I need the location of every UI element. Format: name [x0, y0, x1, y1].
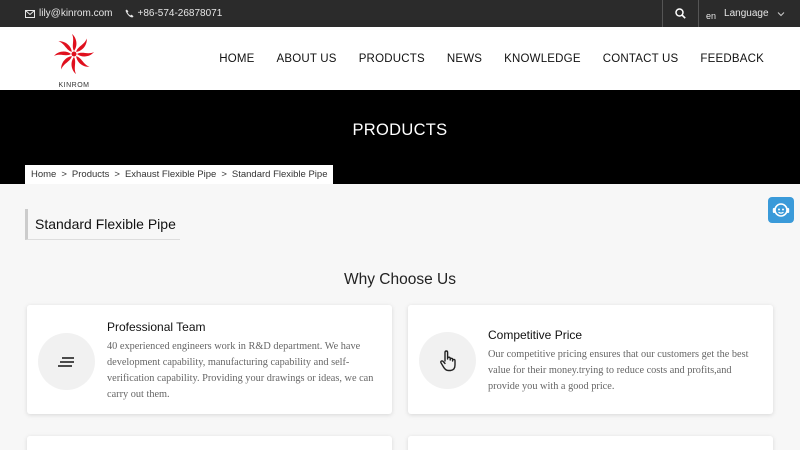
nav-item-contact-us[interactable]: CONTACT US [603, 53, 679, 65]
feature-card [408, 436, 773, 450]
feature-description: 40 experienced engineers work in R&D dep… [107, 341, 374, 400]
search-icon [674, 8, 686, 19]
email-link[interactable]: lily@kinrom.com [25, 8, 113, 19]
page-title: Standard Flexible Pipe [25, 209, 180, 240]
logo-text: KINROM [58, 82, 90, 89]
phone-link[interactable]: +86-574-26878071 [124, 8, 223, 19]
feature-card [27, 436, 392, 450]
feature-card: Professional Team 40 experienced enginee… [27, 305, 392, 414]
feature-icon-circle [419, 332, 476, 389]
logo-flower-icon [54, 34, 94, 74]
nav-item-knowledge[interactable]: KNOWLEDGE [504, 53, 581, 65]
feature-description: Our competitive pricing ensures that our… [488, 349, 749, 392]
breadcrumb-products[interactable]: Products [72, 169, 110, 180]
breadcrumb-separator: > [114, 169, 120, 180]
language-code: en [706, 10, 717, 21]
nav-item-feedback[interactable]: FEEDBACK [700, 53, 764, 65]
logo[interactable]: KINROM [52, 32, 96, 89]
feature-card: Competitive Price Our competitive pricin… [408, 305, 773, 414]
nav-item-about-us[interactable]: ABOUT US [277, 53, 337, 65]
breadcrumb-current: Standard Flexible Pipe [231, 169, 328, 180]
breadcrumb: Home > Products > Exhaust Flexible Pipe … [25, 165, 334, 184]
chevron-down-icon [777, 11, 784, 16]
breadcrumb-separator: > [61, 169, 67, 180]
language-label: Language [724, 8, 769, 19]
chat-button[interactable] [768, 197, 794, 223]
site-header: KINROM HOME ABOUT US PRODUCTS NEWS KNOWL… [0, 27, 800, 90]
hand-pointer-icon [439, 349, 456, 371]
breadcrumb-home[interactable]: Home [31, 169, 56, 180]
chat-robot-icon [772, 203, 790, 217]
nav-item-products[interactable]: PRODUCTS [359, 53, 425, 65]
breadcrumb-exhaust-flexible-pipe[interactable]: Exhaust Flexible Pipe [125, 169, 216, 180]
nav-item-news[interactable]: NEWS [447, 53, 482, 65]
list-icon [57, 356, 74, 367]
phone-icon [124, 9, 134, 18]
feature-title: Competitive Price [488, 328, 583, 342]
feature-icon-circle [38, 333, 95, 390]
breadcrumb-separator: > [221, 169, 227, 180]
phone-text: +86-574-26878071 [137, 8, 223, 19]
page-banner: PRODUCTS Home > Products > Exhaust Flexi… [0, 90, 800, 184]
contact-info: lily@kinrom.com +86-574-26878071 [25, 0, 222, 27]
banner-title: PRODUCTS [352, 121, 448, 139]
search-button[interactable] [662, 0, 698, 27]
divider [698, 0, 699, 27]
nav-item-home[interactable]: HOME [219, 53, 254, 65]
section-title: Why Choose Us [344, 271, 456, 288]
feature-title: Professional Team [107, 320, 206, 334]
mail-icon [25, 9, 35, 18]
main-nav: HOME ABOUT US PRODUCTS NEWS KNOWLEDGE CO… [219, 27, 764, 90]
email-text: lily@kinrom.com [39, 8, 113, 19]
top-bar: lily@kinrom.com +86-574-26878071 en Lang… [0, 0, 800, 27]
language-selector[interactable]: en Language [706, 0, 785, 27]
